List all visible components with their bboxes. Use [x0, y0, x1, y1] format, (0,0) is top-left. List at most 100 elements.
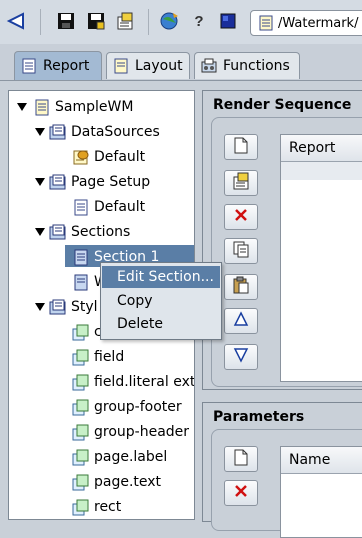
copy-icon: [232, 240, 250, 262]
render-sequence-table[interactable]: Report: [280, 134, 362, 382]
tree-label: SampleWM: [55, 99, 134, 115]
tree-label: Styl: [71, 299, 98, 315]
path-field[interactable]: /Watermark/: [250, 10, 362, 36]
tree-node-datasources[interactable]: DataSources: [35, 121, 160, 143]
paste-icon: [232, 276, 250, 298]
tree-label: Default: [94, 149, 146, 165]
parameters-group: Name: [211, 429, 362, 538]
tab-functions[interactable]: Functions: [194, 52, 300, 79]
style-icon: [72, 374, 89, 391]
folder-icon: [49, 299, 66, 316]
tree-node-styles[interactable]: Styl: [35, 296, 98, 318]
table-header[interactable]: Report: [281, 135, 362, 162]
tree-node-style[interactable]: field: [72, 346, 124, 368]
context-menu: Edit Section... Copy Delete: [100, 262, 222, 340]
tree-node-style[interactable]: group-header: [72, 421, 189, 443]
back-arrow-icon[interactable]: [6, 11, 26, 31]
tree-label: Page Setup: [71, 174, 151, 190]
tree-node-default-page[interactable]: Default: [72, 196, 145, 218]
tree-node-style[interactable]: c: [72, 321, 102, 343]
parameters-table[interactable]: Name: [280, 446, 362, 538]
tab-bar: Report Layout Functions: [0, 44, 362, 81]
tab-label: Functions: [223, 58, 290, 74]
column-header-name: Name: [289, 452, 331, 468]
expand-triangle-icon[interactable]: [17, 102, 27, 112]
style-icon: [72, 499, 89, 516]
style-icon: [72, 399, 89, 416]
globe-icon[interactable]: [160, 11, 180, 31]
tree-label: rect: [94, 499, 122, 515]
new-item-button[interactable]: [224, 134, 258, 160]
tree-label: Default: [94, 199, 146, 215]
move-up-icon: [233, 311, 249, 331]
tree-node-style[interactable]: page.label: [72, 446, 167, 468]
tree-node-page-setup[interactable]: Page Setup: [35, 171, 150, 193]
new-parameter-button[interactable]: [224, 446, 258, 472]
folder-icon: [49, 124, 66, 141]
document-icon: [257, 15, 274, 32]
new-page-icon: [234, 449, 248, 470]
tree-label: field.literal exte: [94, 374, 195, 390]
tree-node-style[interactable]: field.literal exte: [72, 371, 195, 393]
style-icon: [72, 474, 89, 491]
report-icon: [21, 58, 37, 74]
menu-item-edit-section[interactable]: Edit Section...: [102, 266, 220, 288]
layout-icon: [113, 58, 129, 74]
style-icon: [72, 349, 89, 366]
menu-item-delete[interactable]: Delete: [102, 313, 220, 335]
tab-report[interactable]: Report: [14, 51, 102, 80]
render-sequence-group: Report: [211, 117, 362, 387]
move-up-button[interactable]: [224, 308, 258, 334]
delete-parameter-button[interactable]: [224, 480, 258, 506]
render-sequence-panel: Render Sequence Report: [202, 90, 362, 390]
save-as-icon[interactable]: [86, 11, 106, 31]
section-icon: [72, 249, 89, 266]
toolbar-separator: [40, 9, 41, 35]
tree-label: group-footer: [94, 399, 182, 415]
expand-triangle-icon[interactable]: [35, 302, 45, 312]
expand-triangle-icon[interactable]: [35, 227, 45, 237]
parameters-title: Parameters: [213, 409, 305, 425]
functions-icon: [201, 58, 217, 74]
tree-node-style[interactable]: group-footer: [72, 396, 182, 418]
main-toolbar: ? /Watermark/: [0, 0, 362, 44]
tree-node-style[interactable]: rect: [72, 496, 121, 518]
toolbar-separator: [148, 9, 149, 35]
path-value: /Watermark/: [278, 15, 359, 31]
help-icon[interactable]: ?: [189, 11, 209, 31]
tab-label: Report: [43, 58, 90, 74]
page-icon: [72, 199, 89, 216]
table-header[interactable]: Name: [281, 447, 362, 474]
properties-icon[interactable]: [115, 11, 135, 31]
menu-item-copy[interactable]: Copy: [102, 290, 220, 312]
expand-triangle-icon[interactable]: [35, 127, 45, 137]
edit-properties-button[interactable]: [224, 170, 258, 196]
report-doc-icon: [33, 99, 50, 116]
render-sequence-title: Render Sequence: [213, 97, 352, 113]
parameters-panel: Parameters Name: [202, 402, 362, 538]
preview-icon[interactable]: [218, 11, 238, 31]
tree-node-samplewm[interactable]: SampleWM: [17, 96, 133, 118]
folder-icon: [49, 174, 66, 191]
copy-button[interactable]: [224, 238, 258, 264]
tree-label: DataSources: [71, 124, 160, 140]
tree-label: page.label: [94, 449, 168, 465]
datasource-icon: [72, 149, 89, 166]
expand-triangle-icon[interactable]: [35, 177, 45, 187]
tab-layout[interactable]: Layout: [106, 52, 190, 79]
edit-properties-icon: [232, 172, 250, 194]
style-icon: [72, 424, 89, 441]
paste-button[interactable]: [224, 274, 258, 300]
style-icon: [72, 449, 89, 466]
delete-button[interactable]: [224, 204, 258, 230]
tree-node-default-datasource[interactable]: Default: [72, 146, 145, 168]
save-icon[interactable]: [56, 11, 76, 31]
delete-x-icon: [233, 483, 249, 503]
tree-node-style[interactable]: page.text: [72, 471, 161, 493]
tree-label: page.text: [94, 474, 162, 490]
table-row[interactable]: [281, 162, 362, 180]
tab-label: Layout: [135, 58, 183, 74]
move-down-button[interactable]: [224, 344, 258, 370]
section-icon: [72, 274, 89, 291]
tree-node-sections[interactable]: Sections: [35, 221, 130, 243]
